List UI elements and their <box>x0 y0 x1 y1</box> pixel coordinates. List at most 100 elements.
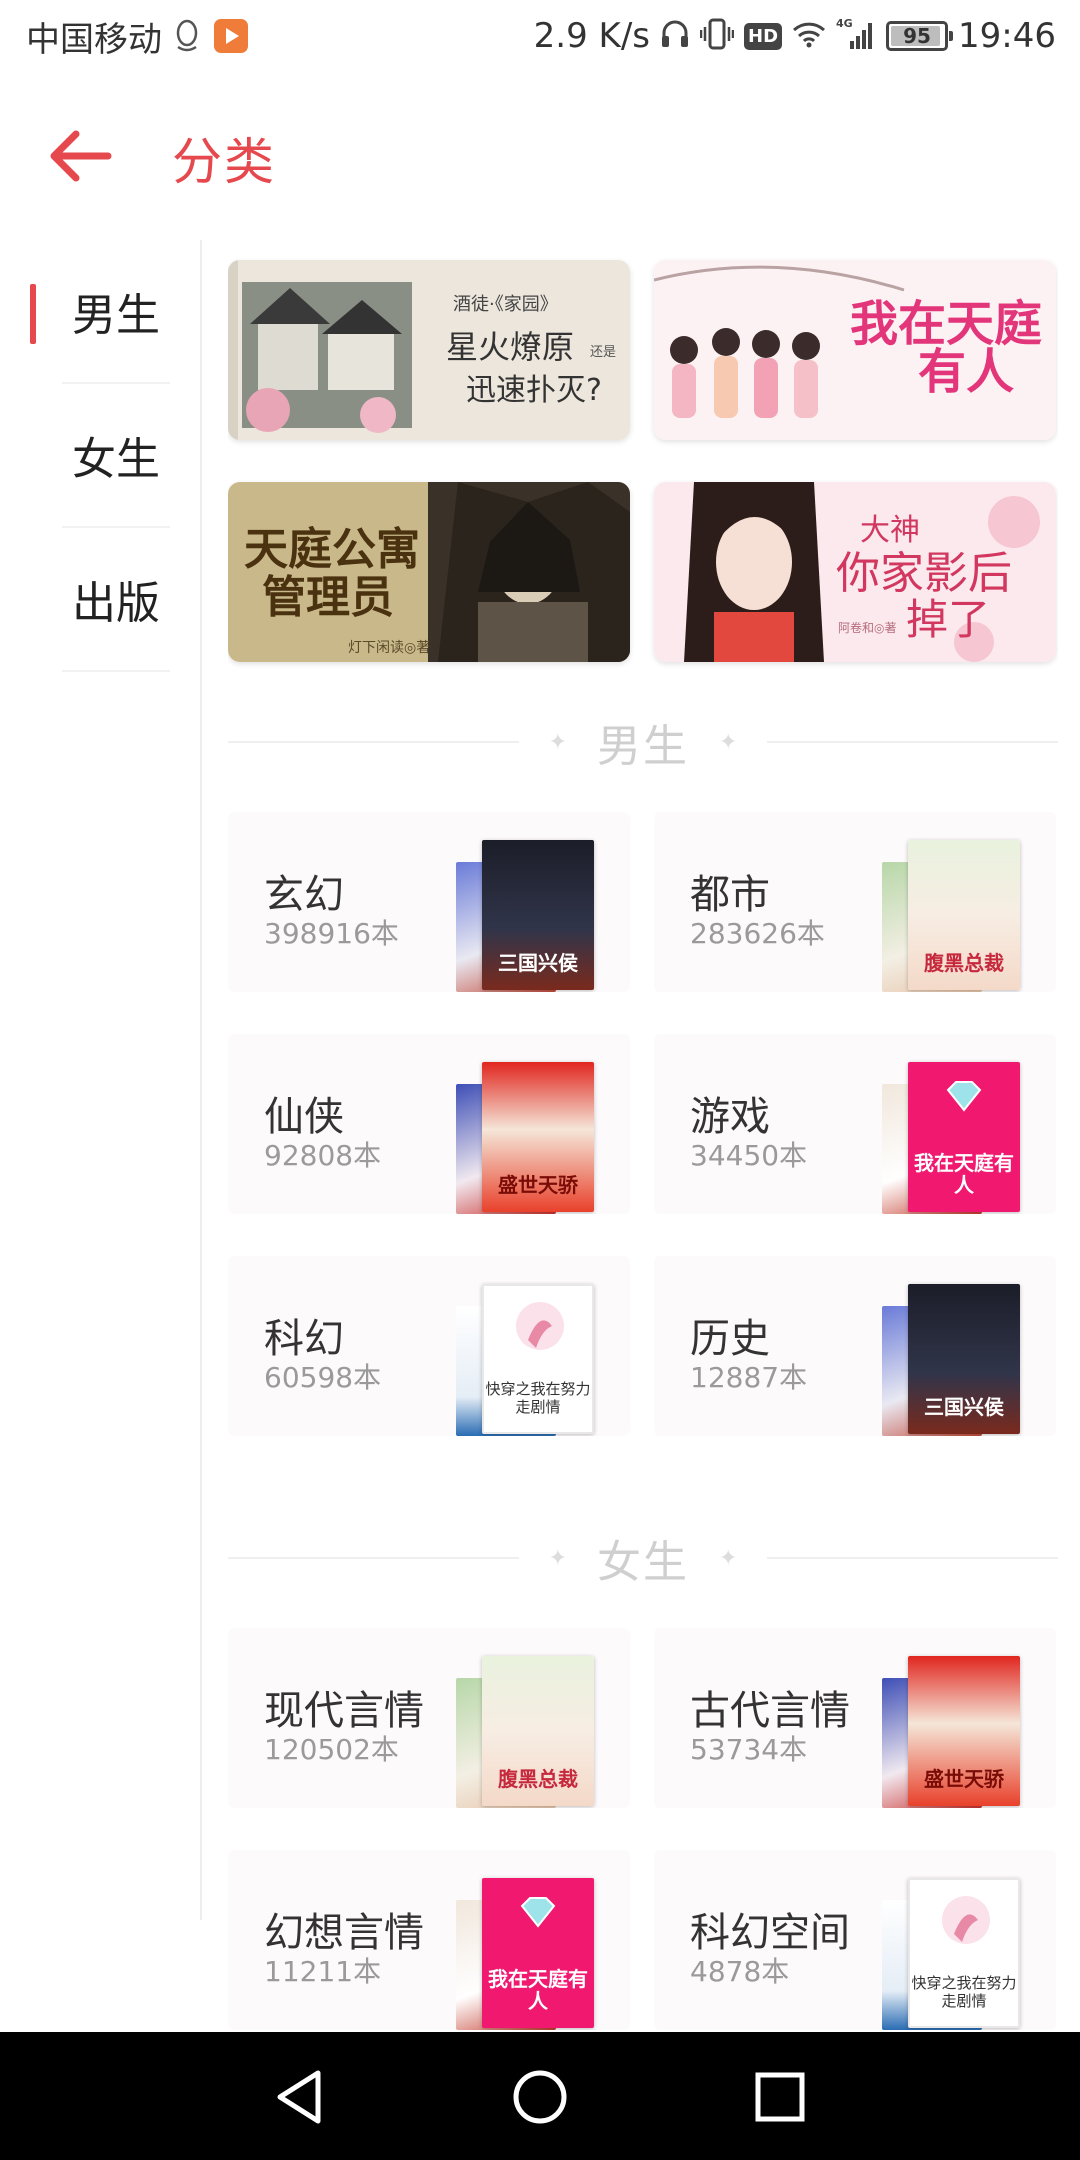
header: 分类 <box>0 72 1080 240</box>
banner-1-text-4: 迅速扑灭? <box>466 373 602 408</box>
banner-4-text-4: 阿卷和◎著 <box>838 620 896 635</box>
diamond-icon <box>946 1081 982 1112</box>
banner-4-text-1: 大神 <box>860 513 920 548</box>
clock: 19:46 <box>958 16 1056 56</box>
network-type-label: 4G <box>836 17 853 30</box>
category-card-xuanhuan[interactable]: 玄幻 398916本 三国兴侯 <box>228 812 630 992</box>
section-title-female: ✦ 女生 ✦ <box>228 1528 1058 1588</box>
category-card-kehuankongjian[interactable]: 科幻空间 4878本 快穿之我在努力走剧情 <box>654 1850 1056 2030</box>
category-count: 283626本 <box>690 917 825 950</box>
category-count: 34450本 <box>690 1139 808 1172</box>
main-content: 酒徒·《家园》 星火燎原 还是 迅速扑灭? 我在天庭 有人 天庭公寓 管理员 灯… <box>228 240 1058 2030</box>
back-triangle-icon <box>277 2070 321 2124</box>
book-cover-front: 我在天庭有人 <box>482 1878 594 2028</box>
book-cover-title: 快穿之我在努力走剧情 <box>485 1380 591 1416</box>
book-cover-front: 盛世天骄 <box>482 1062 594 1212</box>
banner-1-text-3: 还是 <box>590 345 616 360</box>
book-cover-title: 三国兴侯 <box>498 951 578 975</box>
star-icon: ✦ <box>548 729 567 755</box>
banner-1-text-1: 酒徒·《家园》 <box>453 294 558 315</box>
divider-line <box>767 1557 1058 1559</box>
bird-emblem-icon <box>516 1302 564 1350</box>
signal-icon: 4G <box>836 17 876 55</box>
star-icon: ✦ <box>719 729 738 755</box>
qq-icon <box>174 19 200 53</box>
battery-level: 95 <box>903 24 931 48</box>
system-nav-bar <box>0 2032 1080 2160</box>
nav-back-button[interactable] <box>265 2062 335 2132</box>
vibrate-icon <box>699 18 735 54</box>
banner-2[interactable]: 我在天庭 有人 <box>654 260 1056 440</box>
book-cover-front: 我在天庭有人 <box>908 1062 1020 1212</box>
banner-2-art: 我在天庭 有人 <box>654 260 1056 440</box>
sidebar-item-male[interactable]: 男生 <box>30 240 170 384</box>
home-circle-icon <box>513 2070 567 2124</box>
book-cover-title: 三国兴侯 <box>924 1395 1004 1419</box>
book-cover-title: 快穿之我在努力走剧情 <box>911 1974 1017 2010</box>
sidebar-item-publish[interactable]: 出版 <box>62 528 170 672</box>
category-card-huanxiangyanqing[interactable]: 幻想言情 11211本 我在天庭有人 <box>228 1850 630 2030</box>
category-count: 53734本 <box>690 1733 808 1766</box>
banner-1-art: 酒徒·《家园》 星火燎原 还是 迅速扑灭? <box>228 260 630 440</box>
book-cover-title: 我在天庭有人 <box>488 1967 588 2013</box>
diamond-icon <box>520 1897 556 1928</box>
section-title-text: 女生 <box>597 1537 689 1588</box>
banner-4[interactable]: 大神 你家影后 掉了 阿卷和◎著 <box>654 482 1056 662</box>
network-speed: 2.9 K/s <box>533 16 650 56</box>
category-count: 4878本 <box>690 1955 790 1988</box>
star-icon: ✦ <box>548 1545 567 1571</box>
category-count: 60598本 <box>264 1361 382 1394</box>
banner-4-art: 大神 你家影后 掉了 阿卷和◎著 <box>654 482 1056 662</box>
category-count: 398916本 <box>264 917 399 950</box>
banner-3-text-2: 管理员 <box>262 572 394 623</box>
back-button[interactable] <box>40 116 120 196</box>
app-icon <box>214 19 248 53</box>
book-cover-front: 三国兴侯 <box>908 1284 1020 1434</box>
category-card-xiandaiyanqing[interactable]: 现代言情 120502本 腹黑总裁 <box>228 1628 630 1808</box>
section-title-male: ✦ 男生 ✦ <box>228 712 1058 772</box>
book-cover-title: 盛世天骄 <box>924 1767 1004 1791</box>
divider-line <box>228 1557 519 1559</box>
book-cover-front: 三国兴侯 <box>482 840 594 990</box>
banner-3[interactable]: 天庭公寓 管理员 灯下闲读◎著 <box>228 482 630 662</box>
banner-4-text-3: 掉了 <box>906 595 990 644</box>
nav-home-button[interactable] <box>505 2062 575 2132</box>
book-cover-title: 我在天庭有人 <box>914 1151 1014 1197</box>
category-card-lishi[interactable]: 历史 12887本 三国兴侯 <box>654 1256 1056 1436</box>
book-cover-front: 腹黑总裁 <box>482 1656 594 1806</box>
wifi-icon <box>792 20 826 52</box>
book-cover-front: 快穿之我在努力走剧情 <box>908 1878 1020 2028</box>
book-cover-title: 盛世天骄 <box>498 1173 578 1197</box>
battery-icon: 95 <box>886 21 954 51</box>
category-card-youxi[interactable]: 游戏 34450本 我在天庭有人 <box>654 1034 1056 1214</box>
category-card-kehuan[interactable]: 科幻 60598本 快穿之我在努力走剧情 <box>228 1256 630 1436</box>
category-card-xianxia[interactable]: 仙侠 92808本 盛世天骄 <box>228 1034 630 1214</box>
divider-line <box>767 741 1058 743</box>
book-cover-title: 腹黑总裁 <box>498 1767 578 1791</box>
banner-1-text-2: 星火燎原 <box>446 328 574 366</box>
back-arrow-icon <box>50 130 112 182</box>
banner-2-text-2: 有人 <box>918 344 1014 400</box>
hd-icon: HD <box>744 22 783 50</box>
book-cover-front: 快穿之我在努力走剧情 <box>482 1284 594 1434</box>
category-count: 120502本 <box>264 1733 399 1766</box>
headset-icon <box>660 18 690 54</box>
bird-emblem-icon <box>942 1896 990 1944</box>
sidebar-item-female[interactable]: 女生 <box>62 384 170 528</box>
book-cover-front: 腹黑总裁 <box>908 840 1020 990</box>
banner-3-art: 天庭公寓 管理员 灯下闲读◎著 <box>228 482 630 662</box>
section-title-text: 男生 <box>597 721 689 772</box>
category-card-gudaiyanqing[interactable]: 古代言情 53734本 盛世天骄 <box>654 1628 1056 1808</box>
divider-line <box>228 741 519 743</box>
category-sidebar: 男生 女生 出版 <box>0 240 202 1920</box>
banner-1[interactable]: 酒徒·《家园》 星火燎原 还是 迅速扑灭? <box>228 260 630 440</box>
book-cover-title: 腹黑总裁 <box>924 951 1004 975</box>
star-icon: ✦ <box>719 1545 738 1571</box>
status-bar: 中国移动 2.9 K/s HD 4G 95 19:46 <box>0 0 1080 72</box>
nav-recents-button[interactable] <box>745 2062 815 2132</box>
banner-3-text-1: 天庭公寓 <box>244 524 420 575</box>
recents-square-icon <box>755 2072 805 2122</box>
banner-3-text-3: 灯下闲读◎著 <box>348 639 430 656</box>
carrier-label: 中国移动 <box>26 19 162 60</box>
category-card-dushi[interactable]: 都市 283626本 腹黑总裁 <box>654 812 1056 992</box>
